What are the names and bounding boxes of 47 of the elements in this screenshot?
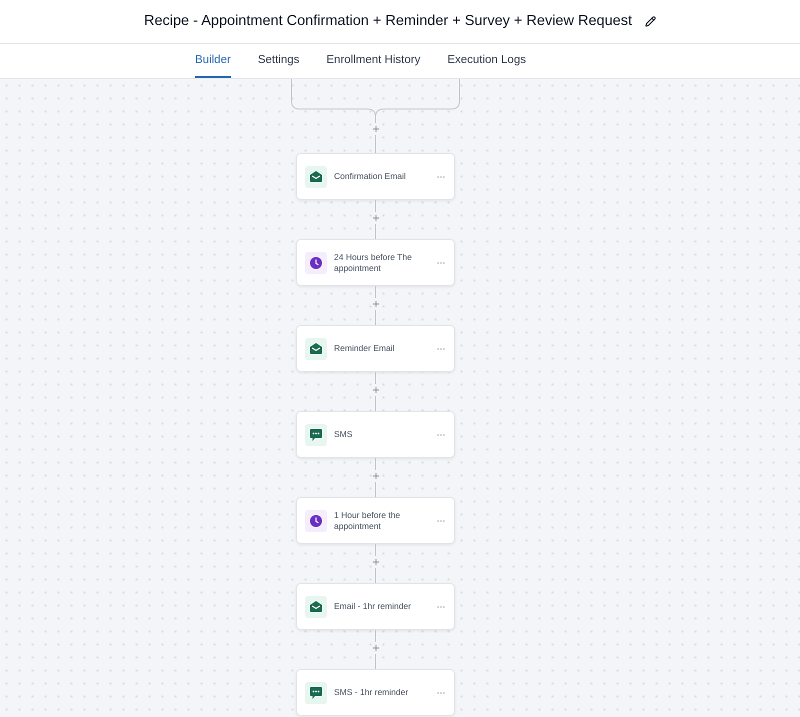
connector-line	[375, 630, 376, 642]
step-label: SMS	[334, 429, 354, 440]
pencil-icon	[644, 16, 656, 27]
plus-icon	[370, 557, 380, 567]
step-card[interactable]: Reminder Email	[296, 325, 455, 372]
connector-line	[375, 372, 376, 384]
step-card[interactable]: Confirmation Email	[296, 153, 455, 200]
step-card[interactable]: SMS	[296, 411, 455, 458]
step-card[interactable]: Email - 1hr reminder	[296, 583, 455, 630]
plus-icon	[370, 124, 380, 134]
tab[interactable]: Enrollment History	[326, 44, 420, 78]
connector-line	[375, 568, 376, 583]
connector-line	[375, 200, 376, 212]
connector-line	[375, 310, 376, 325]
workflow-title: Recipe - Appointment Confirmation + Reminder + Survey + Review Request	[144, 12, 632, 31]
step-label: 24 Hours before The appointment	[334, 252, 413, 274]
connector-line	[375, 396, 376, 411]
plus-icon	[370, 643, 380, 653]
step-label: Confirmation Email	[334, 171, 407, 182]
connector-line	[375, 482, 376, 497]
chat-bubble-icon	[305, 424, 327, 446]
step-label: SMS - 1hr reminder	[334, 687, 410, 698]
connector-line	[375, 224, 376, 239]
step-card[interactable]: 1 Hour before the appointment	[296, 497, 455, 544]
chat-bubble-icon	[305, 682, 327, 704]
connector-line	[375, 135, 376, 153]
plus-icon	[370, 213, 380, 223]
step-card[interactable]: SMS - 1hr reminder	[296, 669, 455, 716]
envelope-icon	[305, 166, 327, 188]
clock-icon	[305, 252, 327, 274]
step-card[interactable]: 24 Hours before The appointment	[296, 239, 455, 286]
clock-icon	[305, 510, 327, 532]
edit-title-button[interactable]	[644, 16, 656, 28]
step-label: 1 Hour before the appointment	[334, 510, 402, 532]
envelope-icon	[305, 338, 327, 360]
connector-line	[375, 286, 376, 298]
connector-line	[375, 654, 376, 669]
step-label: Reminder Email	[334, 343, 396, 354]
plus-icon	[370, 299, 380, 309]
tab[interactable]: Execution Logs	[447, 44, 526, 78]
connector-line	[375, 458, 376, 470]
plus-icon	[370, 471, 380, 481]
envelope-icon	[305, 596, 327, 618]
connector-line	[375, 544, 376, 556]
plus-icon	[370, 385, 380, 395]
tab[interactable]: Settings	[258, 44, 300, 78]
step-label: Email - 1hr reminder	[334, 601, 412, 612]
